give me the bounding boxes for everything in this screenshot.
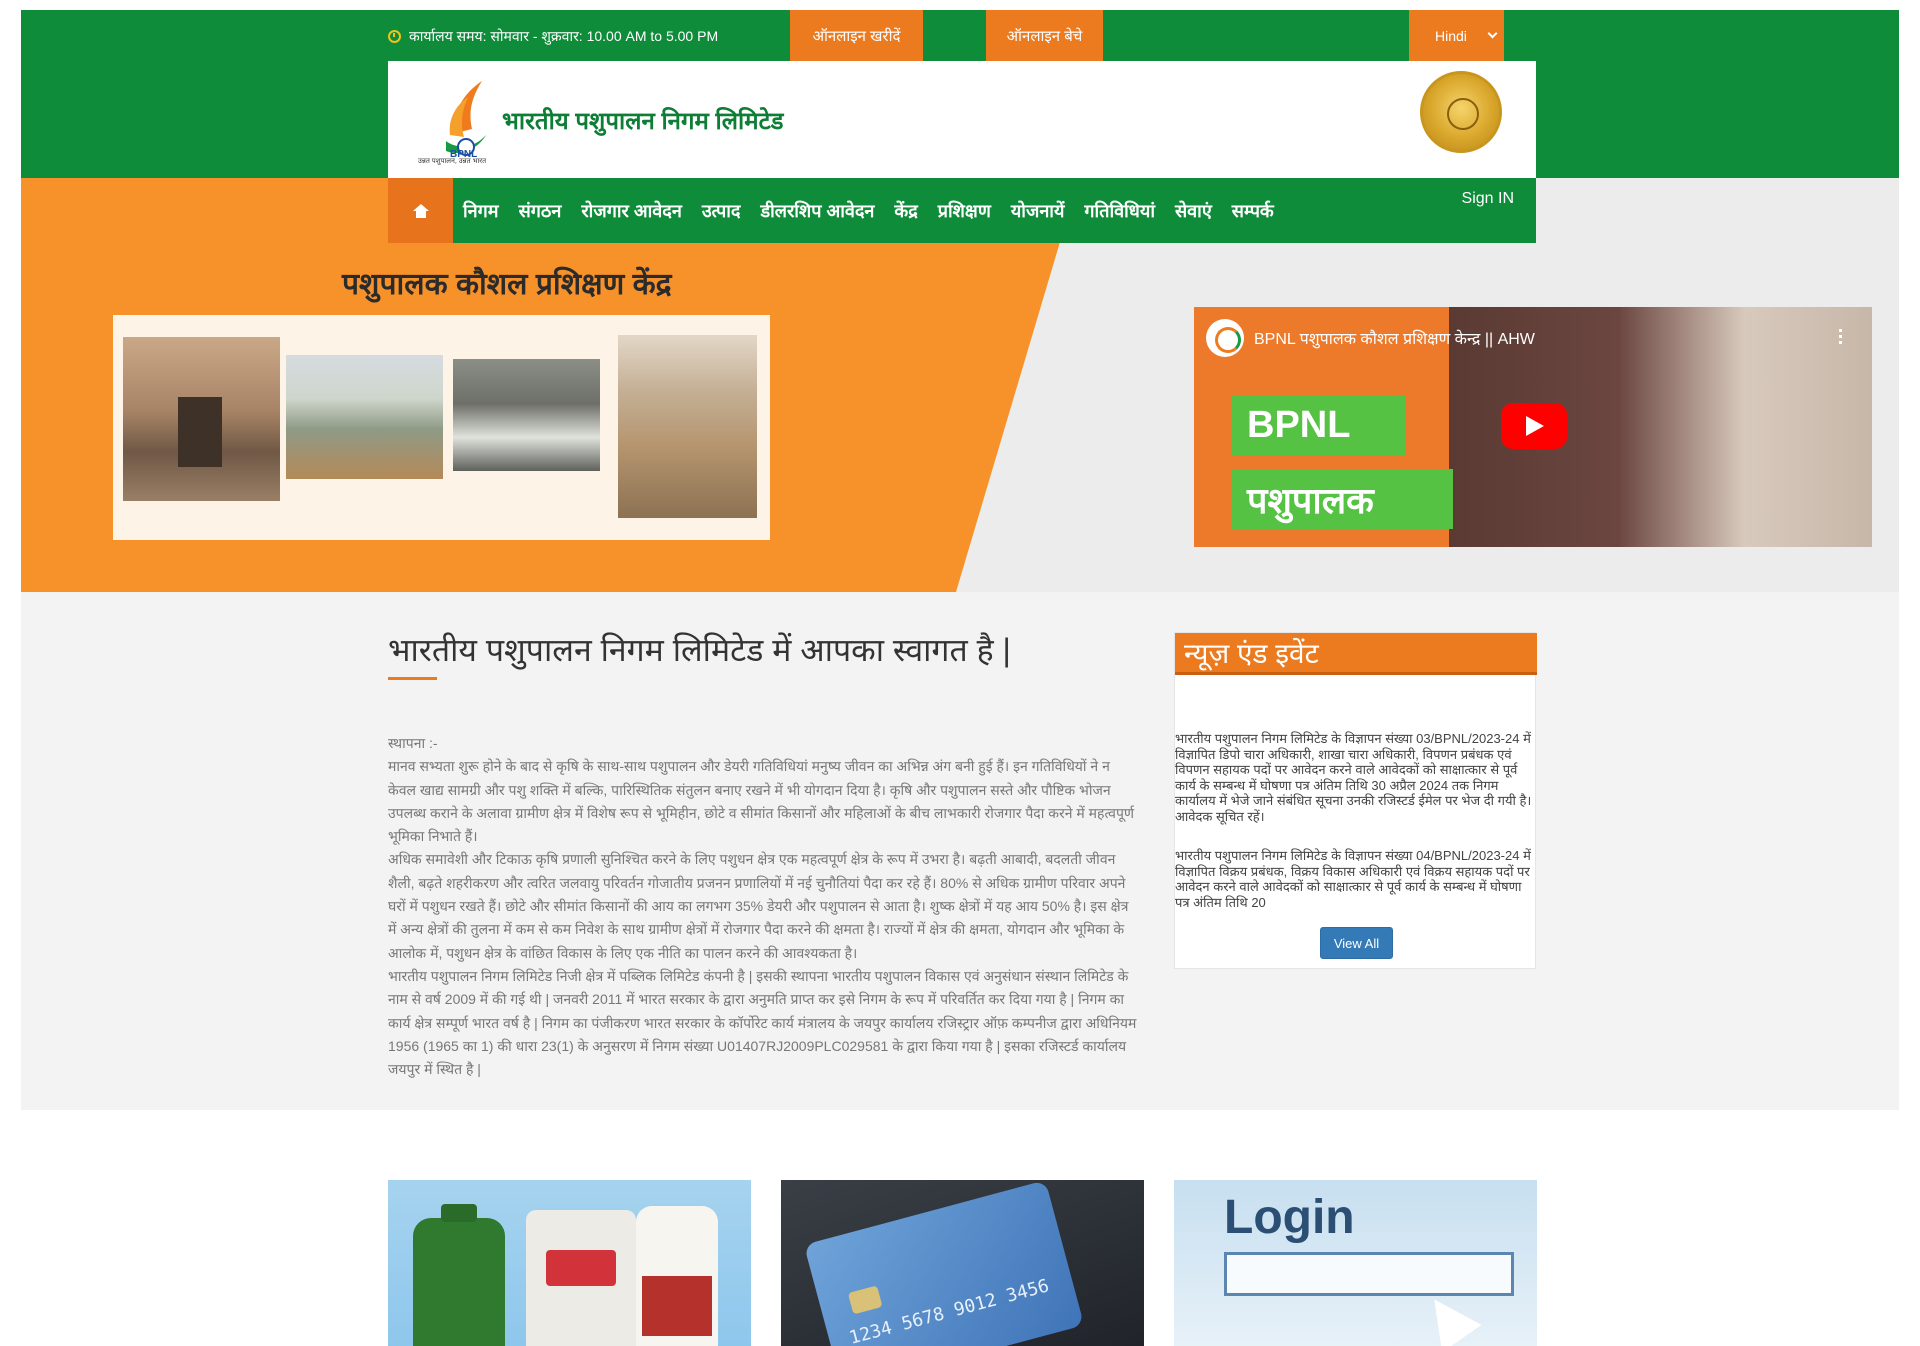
sign-in-link[interactable]: Sign IN (1462, 190, 1514, 208)
banner-title: पशुपालक कौशल प्रशिक्षण केंद्र (342, 268, 672, 301)
nav-item-employment[interactable]: रोजगार आवेदन (571, 199, 692, 223)
welcome-paragraph: मानव सभ्यता शुरू होने के बाद से कृषि के … (388, 758, 1135, 845)
chevron-down-icon (1487, 28, 1498, 39)
play-button-icon[interactable] (1501, 403, 1567, 449)
training-photo (123, 337, 280, 501)
nav-item-products[interactable]: उत्पाद (692, 199, 751, 223)
logo-tagline: उन्नत पशुपालन, उन्नत भारत (418, 158, 487, 165)
main-nav: निगम संगठन रोजगार आवेदन उत्पाद डीलरशिप आ… (388, 178, 1536, 243)
welcome-title: भारतीय पशुपालन निगम लिमिटेड में आपका स्व… (388, 632, 1011, 668)
login-image-text: Login (1224, 1191, 1355, 1244)
site-header: BPNL उन्नत पशुपालन, उन्नत भारत भारतीय पश… (388, 61, 1536, 178)
language-value: Hindi (1435, 27, 1467, 44)
home-icon (412, 203, 429, 218)
top-bar: कार्यालय समय: सोमवार - शुक्रवार: 10.00 A… (388, 10, 1536, 61)
view-all-button[interactable]: View All (1320, 927, 1393, 959)
bpnl-logo[interactable]: BPNL (416, 71, 512, 169)
clock-icon (388, 30, 401, 43)
nav-item-services[interactable]: सेवाएं (1165, 199, 1222, 223)
welcome-paragraph: भारतीय पशुपालन निगम लिमिटेड निजी क्षेत्र… (388, 967, 1137, 1078)
training-photos (113, 315, 770, 540)
payment-tile[interactable]: 1234 5678 9012 3456 (781, 1180, 1144, 1346)
more-options-icon[interactable] (1839, 329, 1842, 344)
nav-item-sangathan[interactable]: संगठन (509, 199, 572, 223)
welcome-paragraph: अधिक समावेशी और टिकाऊ कृषि प्रणाली सुनिश… (388, 851, 1129, 961)
welcome-text: स्थापना :- मानव सभ्यता शुरू होने के बाद … (388, 732, 1140, 1081)
product-bottle (636, 1206, 718, 1346)
nav-item-dealership[interactable]: डीलरशिप आवेदन (750, 199, 884, 223)
card-number: 1234 5678 9012 3456 (846, 1275, 1052, 1346)
nav-item-centers[interactable]: केंद्र (884, 199, 927, 223)
credit-card-image: 1234 5678 9012 3456 (803, 1180, 1085, 1346)
news-list[interactable]: भारतीय पशुपालन निगम लिमिटेड के विज्ञापन … (1175, 731, 1537, 921)
sell-online-button[interactable]: ऑनलाइन बेचे (986, 10, 1103, 61)
title-underline (388, 677, 437, 680)
news-title: न्यूज़ एंड इवेंट (1175, 633, 1537, 675)
nav-item-activities[interactable]: गतिविधियां (1074, 199, 1165, 223)
product-sack (526, 1210, 636, 1346)
login-field-image (1224, 1252, 1514, 1296)
emblem-seal (1420, 71, 1502, 153)
news-events-panel: न्यूज़ एंड इवेंट भारतीय पशुपालन निगम लिम… (1174, 632, 1537, 969)
channel-logo-icon[interactable] (1206, 319, 1244, 357)
nav-item-nigam[interactable]: निगम (453, 199, 509, 223)
video-badge: BPNL (1231, 395, 1406, 455)
page: कार्यालय समय: सोमवार - शुक्रवार: 10.00 A… (0, 0, 1920, 1346)
nav-home[interactable] (388, 178, 453, 243)
org-name: भारतीय पशुपालन निगम लिमिटेड (502, 108, 784, 135)
office-hours: कार्यालय समय: सोमवार - शुक्रवार: 10.00 A… (388, 27, 718, 46)
establishment-heading: स्थापना :- (388, 735, 438, 751)
office-hours-text: कार्यालय समय: सोमवार - शुक्रवार: 10.00 A… (409, 28, 719, 44)
product-jug (413, 1204, 505, 1346)
products-tile[interactable] (388, 1180, 751, 1346)
video-title[interactable]: BPNL पशुपालक कौशल प्रशिक्षण केन्द्र || A… (1254, 327, 1535, 349)
youtube-video[interactable]: BPNL पशुपालक कौशल प्रशिक्षण केन्द्र || A… (1194, 307, 1872, 547)
training-photo (618, 335, 757, 518)
login-tile[interactable]: Login (1174, 1180, 1537, 1346)
nav-item-contact[interactable]: सम्पर्क (1222, 199, 1284, 223)
language-select[interactable]: Hindi (1409, 10, 1504, 61)
news-item[interactable]: भारतीय पशुपालन निगम लिमिटेड के विज्ञापन … (1175, 848, 1537, 910)
training-photo (453, 359, 600, 471)
nav-item-training[interactable]: प्रशिक्षण (928, 199, 1001, 223)
video-badge: पशुपालक (1231, 469, 1453, 529)
card-chip (847, 1285, 883, 1315)
training-photo (286, 355, 443, 479)
nav-item-schemes[interactable]: योजनायें (1001, 199, 1075, 223)
buy-online-button[interactable]: ऑनलाइन खरीदें (790, 10, 923, 61)
news-item[interactable]: भारतीय पशुपालन निगम लिमिटेड के विज्ञापन … (1175, 731, 1537, 824)
